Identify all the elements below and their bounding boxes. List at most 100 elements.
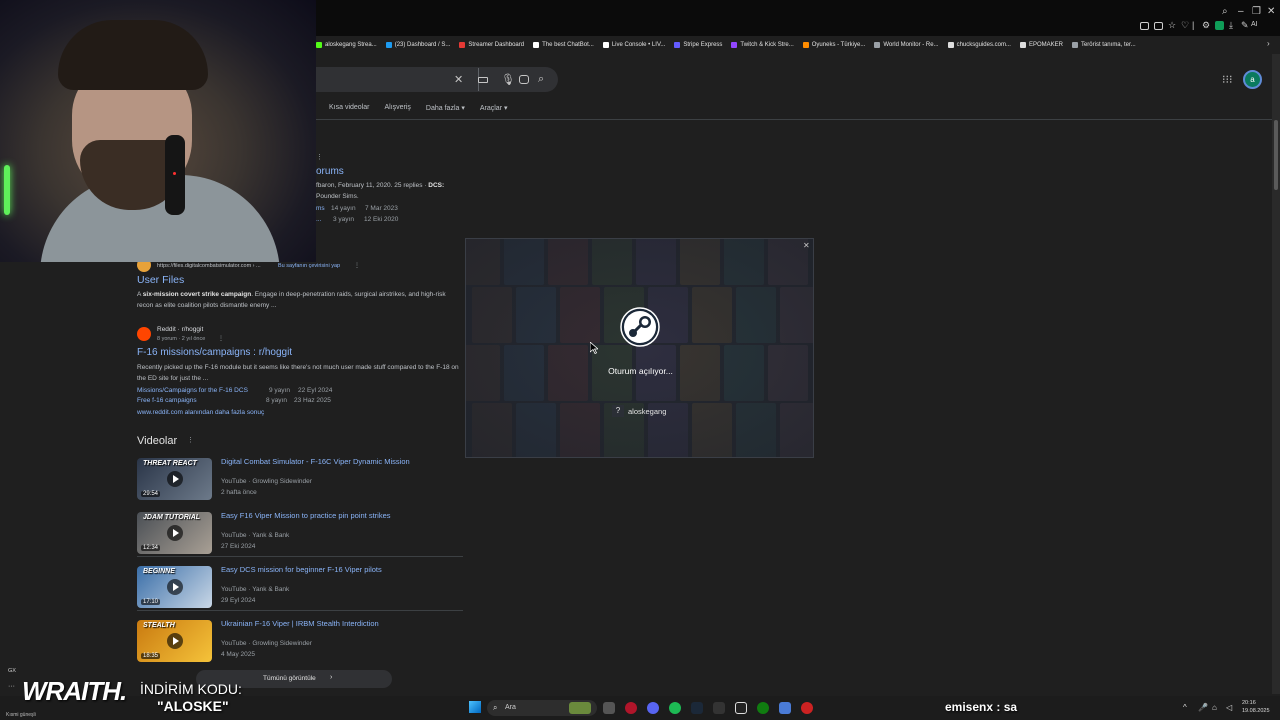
video-duration: 29:54 [141, 491, 161, 497]
result-more-icon[interactable]: ⋮ [316, 153, 323, 161]
result-title-userfiles[interactable]: User Files [137, 274, 184, 286]
video-thumbnail[interactable]: JDAM TUTORIAL 12:34 [137, 512, 212, 554]
bookmark-label: The best ChatBot... [542, 42, 594, 48]
video-thumbnail[interactable]: THREAT REACT 29:54 [137, 458, 212, 500]
video-title[interactable]: Easy DCS mission for beginner F-16 Viper… [221, 565, 382, 574]
video-date: 29 Eyl 2024 [221, 597, 256, 604]
bookmark-item[interactable]: World Monitor - Re... [874, 42, 939, 48]
bookmark-item[interactable]: Stripe Express [674, 42, 722, 48]
sublink-reddit-2[interactable]: Free f-16 campaigns [137, 397, 197, 404]
search-input[interactable]: ✕ 🎙 ⌕ [316, 67, 558, 92]
reading-list-icon[interactable] [1154, 22, 1163, 30]
bookmark-star-icon[interactable]: ☆ [1168, 20, 1176, 31]
video-title[interactable]: Easy F16 Viper Mission to practice pin p… [221, 511, 391, 520]
xbox-icon[interactable] [757, 702, 769, 714]
bookmark-item[interactable]: Terörist tanıma, ter... [1071, 42, 1136, 48]
steam-taskbar-icon[interactable] [691, 702, 703, 714]
result-title-forums[interactable]: orums [316, 166, 344, 177]
video-title[interactable]: Digital Combat Simulator - F-16C Viper D… [221, 457, 410, 466]
microphone-icon[interactable]: 🎙 [501, 73, 515, 86]
lens-icon[interactable] [519, 75, 529, 84]
keyboard-icon[interactable] [478, 77, 488, 83]
scrollbar-thumb[interactable] [1274, 120, 1278, 190]
bookmarks-overflow-icon[interactable]: › [1267, 39, 1270, 48]
sublink-reddit-1[interactable]: Missions/Campaigns for the F-16 DCS [137, 387, 248, 394]
bookmark-label: World Monitor - Re... [883, 42, 939, 48]
result-site[interactable]: Reddit · r/hoggit [157, 326, 203, 333]
task-view-icon[interactable] [603, 702, 615, 714]
bookmarks-bar: aloskegang Strea... (23) Dashboard / S...… [316, 36, 1280, 54]
ai-button[interactable]: AI [1251, 21, 1258, 28]
bookmark-item[interactable]: (23) Dashboard / S... [385, 42, 450, 48]
clear-search-icon[interactable]: ✕ [454, 73, 463, 86]
translate-link[interactable]: Bu sayfanın çevirisini yap [278, 263, 340, 269]
bookmark-item[interactable]: Oyuneks - Türkiye... [802, 42, 866, 48]
taskbar-search-placeholder: Ara [505, 704, 516, 711]
puzzle-icon[interactable]: ⚙ [1202, 20, 1210, 31]
tray-chevron-icon[interactable]: ^ [1183, 703, 1187, 712]
close-window-icon[interactable]: ✕ [1267, 6, 1275, 17]
weather-label: Kısmi güneşli [6, 712, 36, 718]
sublink-date: 23 Haz 2025 [294, 397, 331, 404]
search-icon: ⌕ [493, 703, 498, 712]
wraith-brand: WRAITH. [22, 676, 127, 706]
bookmark-label: Twitch & Kick Stre... [740, 42, 794, 48]
avatar[interactable]: a [1243, 70, 1262, 89]
apps-grid-icon[interactable]: ⁝⁝⁝ [1222, 73, 1233, 86]
tab-more[interactable]: Daha fazla ▾ [426, 104, 465, 112]
result-more-icon[interactable]: ⋮ [354, 262, 360, 269]
browser-icon[interactable] [801, 702, 813, 714]
bookmark-item[interactable]: Live Console • LIV... [602, 42, 665, 48]
discord-icon[interactable] [647, 702, 659, 714]
profile-extension-icon[interactable] [1215, 21, 1224, 30]
restore-icon[interactable]: ❐ [1252, 6, 1261, 17]
heart-icon[interactable]: ♡ [1181, 20, 1189, 31]
steam-logo-icon [620, 307, 660, 347]
spotify-icon[interactable] [669, 702, 681, 714]
bookmark-favicon-icon [533, 42, 540, 48]
result-snippet-forums: Pounder Sims. [316, 193, 359, 200]
sublink-forums-2[interactable]: ... [316, 216, 321, 223]
bookmark-favicon-icon [731, 42, 738, 48]
more-results-link[interactable]: www.reddit.com alanından daha fazla sonu… [137, 409, 264, 416]
bookmark-item[interactable]: Twitch & Kick Stre... [731, 42, 794, 48]
sublink-forums-1[interactable]: ms [316, 205, 325, 212]
opera-gx-icon[interactable] [625, 702, 637, 714]
search-icon[interactable]: ⌕ [538, 73, 544, 86]
result-url[interactable]: https://files.digitalcombatsimulator.com… [157, 263, 261, 269]
network-icon[interactable]: ⌂ [1212, 703, 1217, 712]
search-tabs-icon[interactable]: ⌕ [1222, 6, 1228, 17]
video-thumbnail[interactable]: BEGINNE 17:10 [137, 566, 212, 608]
result-title-reddit[interactable]: F-16 missions/campaigns : r/hoggit [137, 347, 292, 358]
bookmark-label: Oyuneks - Türkiye... [811, 42, 866, 48]
bookmark-item[interactable]: EPOMAKER [1019, 42, 1063, 48]
video-title[interactable]: Ukrainian F-16 Viper | IRBM Stealth Inte… [221, 619, 379, 628]
result-meta: 8 yorum · 2 yıl önce [157, 336, 206, 342]
close-dialog-icon[interactable]: ✕ [803, 241, 810, 250]
volume-icon[interactable]: ◁ [1226, 703, 1232, 712]
bookmark-item[interactable]: Streamer Dashboard [459, 42, 524, 48]
bookmark-item[interactable]: aloskegang Strea... [316, 42, 377, 48]
tab-tools[interactable]: Araçlar ▾ [480, 104, 508, 112]
mouse-cursor-icon [590, 342, 598, 354]
copilot-icon[interactable] [779, 702, 791, 714]
minimize-icon[interactable]: – [1238, 6, 1244, 17]
app-icon[interactable] [713, 702, 725, 714]
tab-shopping[interactable]: Alışveriş [384, 104, 410, 112]
capcut-icon[interactable] [735, 702, 747, 714]
tab-short-videos[interactable]: Kısa videolar [329, 104, 369, 112]
videos-more-icon[interactable]: ⋮ [187, 436, 194, 444]
result-more-icon[interactable]: ⋮ [218, 335, 224, 342]
bookmark-item[interactable]: chucksguides.com... [947, 42, 1011, 48]
extension-icon[interactable] [1140, 22, 1149, 30]
bookmark-item[interactable]: The best ChatBot... [533, 42, 594, 48]
taskbar-search[interactable]: ⌕ Ara [487, 700, 597, 716]
mic-tray-icon[interactable]: 🎤 [1198, 703, 1208, 712]
video-thumbnail[interactable]: STEALTH 18:35 [137, 620, 212, 662]
video-channel: YouTube · Growling Sidewinder [221, 640, 312, 647]
edit-icon[interactable]: ✎ [1241, 20, 1249, 31]
download-icon[interactable]: ⤓ [1229, 20, 1233, 31]
windows-start-icon[interactable] [469, 701, 481, 713]
clock-date[interactable]: 19.08.2025 [1242, 708, 1270, 714]
clock-time[interactable]: 20:16 [1242, 700, 1256, 706]
